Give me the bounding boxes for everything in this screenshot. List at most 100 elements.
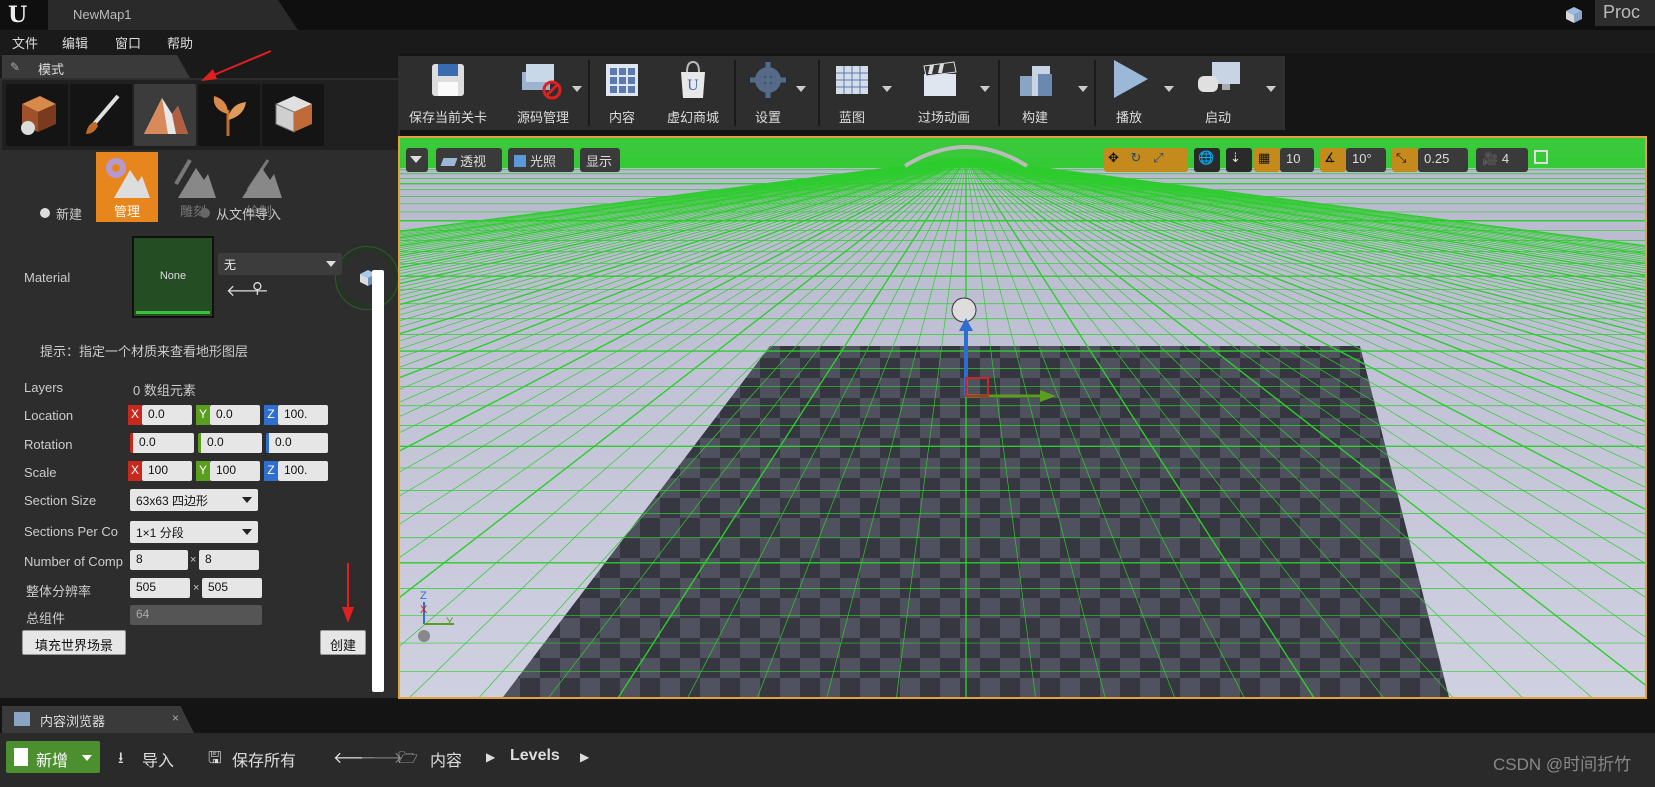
grid-snap-value-label: 10 [1286, 151, 1301, 166]
map-tab-label: NewMap1 [73, 7, 132, 22]
breadcrumb-levels[interactable]: Levels [510, 747, 560, 765]
content-button[interactable]: 内容 [592, 56, 652, 130]
number-of-components-x-field[interactable]: 8 [130, 550, 188, 570]
breadcrumb-content[interactable]: 内容 [430, 747, 462, 771]
marketplace-button[interactable]: U 虚幻商城 [654, 56, 732, 130]
build-button[interactable]: 构建 [1002, 56, 1092, 130]
settings-button[interactable]: 设置 [738, 56, 816, 130]
menu-window[interactable]: 窗口 [115, 33, 141, 52]
level-viewport[interactable]: 透视 光照 显示 ✥ ↻ ⤢ 🌐 ⇣ ▦ 10 ∡ 10° ⤡ 0.25 🎥 4… [398, 136, 1647, 699]
manage-tool-button[interactable]: 管理 [96, 152, 158, 222]
landscape-mode-button[interactable] [134, 84, 196, 146]
create-button[interactable]: 创建 [320, 630, 366, 655]
annotation-arrow-down [342, 563, 354, 623]
play-button[interactable]: 播放 [1098, 56, 1176, 130]
chevron-down-icon[interactable] [1078, 86, 1088, 92]
rotation-snap-toggle[interactable]: ∡ [1320, 148, 1346, 172]
save-level-button[interactable]: 保存当前关卡 [398, 56, 498, 130]
overall-resolution-x-field[interactable]: 505 [130, 578, 190, 598]
chevron-down-icon[interactable] [980, 86, 990, 92]
content-browser-tab-bar: 内容浏览器 × [0, 703, 1655, 733]
camera-speed-button[interactable]: 🎥 4 [1476, 148, 1528, 172]
manage-icon [106, 158, 150, 198]
number-of-components-y-value: 8 [205, 552, 212, 566]
maximize-viewport-icon[interactable] [1534, 150, 1548, 164]
sections-per-component-dropdown[interactable]: 1×1 分段 [130, 521, 258, 543]
close-icon[interactable]: × [172, 711, 179, 725]
geometry-mode-button[interactable] [262, 84, 324, 146]
grid-snap-toggle[interactable]: ▦ [1254, 148, 1280, 172]
help-icon[interactable] [418, 630, 430, 642]
rotation-x-field[interactable]: 0.0 [130, 433, 194, 453]
menu-help[interactable]: 帮助 [167, 33, 193, 52]
surface-snap-button[interactable]: ⇣ [1226, 148, 1252, 172]
place-mode-button[interactable] [6, 84, 68, 146]
surface-snap-icon: ⇣ [1230, 150, 1241, 165]
chevron-down-icon [82, 755, 92, 761]
location-x-field[interactable]: 0.0 [142, 405, 192, 425]
save-all-button[interactable]: 保存所有 [232, 747, 296, 771]
world-local-toggle[interactable]: 🌐 [1194, 148, 1220, 172]
details-scrollbar[interactable] [372, 270, 384, 692]
source-control-icon [522, 64, 562, 100]
paint-mode-button[interactable] [70, 84, 132, 146]
import-button[interactable]: 导入 [142, 747, 174, 771]
number-of-components-y-field[interactable]: 8 [199, 550, 259, 570]
section-size-dropdown[interactable]: 63x63 四边形 [130, 489, 258, 511]
menu-file[interactable]: 文件 [12, 33, 38, 52]
tab-map[interactable]: NewMap1 [48, 0, 298, 30]
translate-icon[interactable]: ✥ [1108, 150, 1119, 165]
section-size-label: Section Size [24, 493, 97, 508]
launch-button[interactable]: 启动 [1178, 56, 1282, 130]
scale-snap-toggle[interactable]: ⤡ [1392, 148, 1418, 172]
location-z-field[interactable]: 100. [278, 405, 328, 425]
blueprints-button[interactable]: 蓝图 [822, 56, 902, 130]
browse-search-icon[interactable]: ⚲ [252, 279, 263, 297]
sculpt-icon [174, 158, 216, 198]
scale-x-field[interactable]: 100 [142, 461, 192, 481]
overall-resolution-y-field[interactable]: 505 [202, 578, 262, 598]
scale-snap-value[interactable]: 0.25 [1418, 148, 1468, 172]
scale-icon[interactable]: ⤢ [1153, 150, 1163, 165]
lit-button[interactable]: 光照 [508, 148, 574, 172]
chevron-down-icon[interactable] [882, 86, 892, 92]
sculpt-tool-button[interactable]: 雕刻 [162, 152, 224, 222]
scale-z-tag: Z [264, 461, 278, 481]
material-thumbnail[interactable]: None [132, 236, 214, 318]
rotation-snap-value[interactable]: 10° [1346, 148, 1386, 172]
location-y-field[interactable]: 0.0 [210, 405, 260, 425]
show-button[interactable]: 显示 [580, 148, 620, 172]
content-label: 内容 [608, 110, 635, 125]
tab-content-browser[interactable]: 内容浏览器 × [2, 706, 194, 733]
place-mode-icon [21, 96, 56, 135]
radio-new[interactable] [40, 208, 50, 218]
rotate-icon[interactable]: ↻ [1131, 150, 1142, 165]
fill-world-button[interactable]: 填充世界场景 [22, 630, 126, 655]
perspective-button[interactable]: 透视 [436, 148, 502, 172]
sections-per-component-value: 1×1 分段 [136, 526, 184, 540]
add-new-button[interactable]: 新增 [6, 741, 100, 773]
scale-y-field[interactable]: 100 [210, 461, 260, 481]
chevron-down-icon[interactable] [1266, 86, 1276, 92]
perspective-icon [440, 158, 458, 166]
viewport-options-button[interactable] [406, 148, 428, 172]
radio-import[interactable] [200, 208, 210, 218]
rotation-y-field[interactable]: 0.0 [198, 433, 262, 453]
chevron-down-icon[interactable] [796, 86, 806, 92]
material-dropdown[interactable]: 无 [218, 253, 342, 275]
new-file-icon [14, 748, 28, 766]
chevron-down-icon[interactable] [572, 86, 582, 92]
tab-modes[interactable]: ✎ 模式 [2, 55, 190, 78]
foliage-mode-button[interactable] [198, 84, 260, 146]
rotation-z-field[interactable]: 0.0 [266, 433, 328, 453]
forward-arrow-icon[interactable]: 🡒 [360, 747, 403, 768]
launch-icon [1198, 62, 1240, 92]
cinematics-button[interactable]: 过场动画 [904, 56, 996, 130]
source-control-button[interactable]: 源码管理 [500, 56, 586, 130]
scale-z-field[interactable]: 100. [278, 461, 328, 481]
grid-snap-value[interactable]: 10 [1280, 148, 1314, 172]
menu-edit[interactable]: 编辑 [62, 33, 88, 52]
transform-mode-group[interactable]: ✥ ↻ ⤢ [1104, 148, 1188, 172]
chevron-down-icon[interactable] [1164, 86, 1174, 92]
source-control-status-icon[interactable] [1563, 4, 1585, 26]
